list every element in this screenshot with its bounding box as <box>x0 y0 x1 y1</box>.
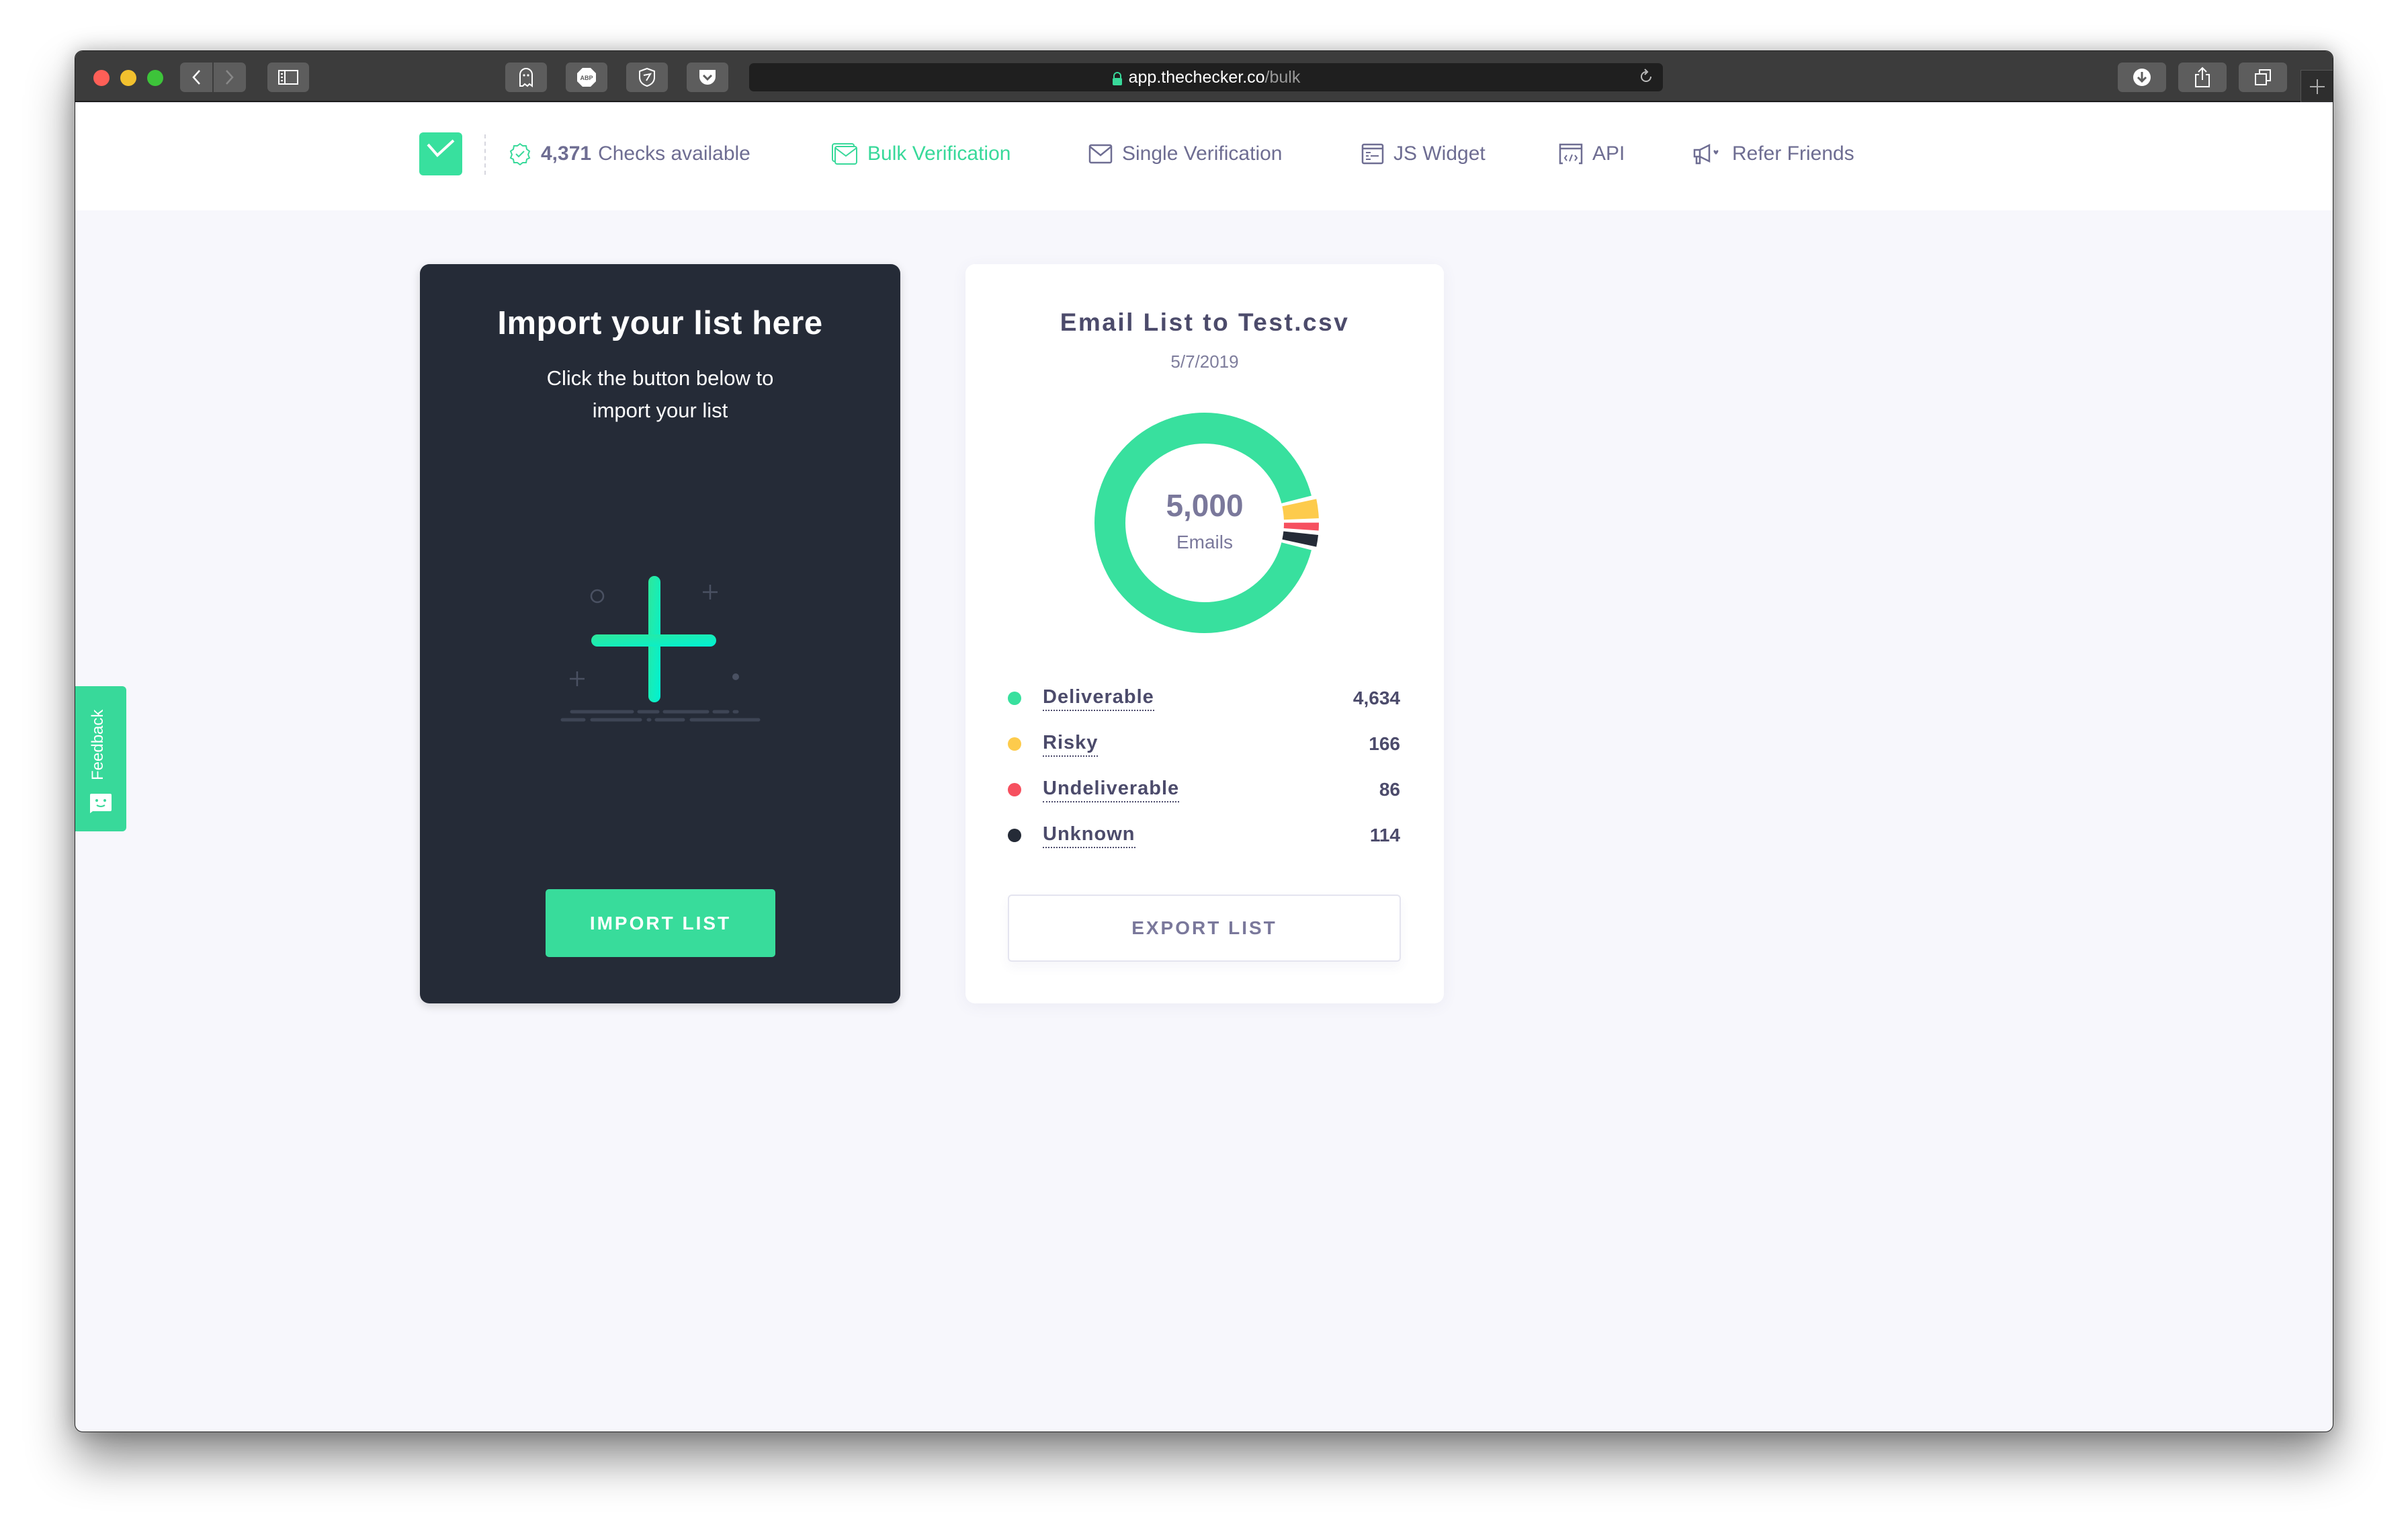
legend-label[interactable]: Unknown <box>1043 823 1135 848</box>
forward-button[interactable] <box>214 63 246 92</box>
privacy-badger-extension-button[interactable] <box>626 63 668 92</box>
mail-icon <box>1088 144 1113 164</box>
sidebar-icon <box>278 70 298 85</box>
nav-single-verification[interactable]: Single Verification <box>1088 137 1282 171</box>
results-card: Email List to Test.csv 5/7/2019 5,000 Em… <box>965 264 1444 1003</box>
adblock-extension-button[interactable]: ABP <box>566 63 607 92</box>
share-button[interactable] <box>2178 63 2227 92</box>
import-card: Import your list here Click the button b… <box>420 264 900 1003</box>
verified-badge-icon <box>509 142 531 165</box>
list-file-name: Email List to Test.csv <box>1060 308 1350 336</box>
legend-label[interactable]: Deliverable <box>1043 686 1154 711</box>
legend-label[interactable]: Undeliverable <box>1043 778 1180 802</box>
feedback-label: Feedback <box>89 709 107 780</box>
nav-refer-friends[interactable]: Refer Friends <box>1693 137 1854 171</box>
chat-smiley-icon <box>90 794 112 813</box>
adblock-plus-icon: ABP <box>577 68 596 87</box>
legend-item: Unknown 114 <box>1008 813 1400 858</box>
checks-label: Checks available <box>598 142 750 165</box>
legend-value: 86 <box>1379 779 1400 800</box>
privacy-badger-icon <box>639 67 655 87</box>
donut-chart: 5,000 Emails <box>1088 407 1321 639</box>
nav-label: Single Verification <box>1122 142 1283 165</box>
legend-value: 4,634 <box>1352 688 1400 708</box>
back-button[interactable] <box>180 63 212 92</box>
header-divider <box>484 134 486 175</box>
checkmark-logo-icon <box>427 139 455 157</box>
reload-button[interactable] <box>1639 69 1653 89</box>
pocket-extension-button[interactable] <box>687 63 728 92</box>
checks-count: 4,371 <box>541 142 592 165</box>
chart-legend: Deliverable 4,634 Risky 166 Undeliverable 86 U… <box>1008 675 1400 858</box>
legend-item: Risky 166 <box>1008 721 1400 767</box>
donut-center: 5,000 Emails <box>1088 407 1321 639</box>
svg-text:ABP: ABP <box>580 75 593 81</box>
app-logo[interactable] <box>419 132 462 175</box>
close-window-button[interactable] <box>93 70 110 86</box>
new-tab-button[interactable] <box>2300 70 2333 102</box>
tabs-icon <box>2255 69 2271 85</box>
sidebar-button[interactable] <box>267 63 309 92</box>
checks-available: 4,371 Checks available <box>509 137 750 171</box>
nav-label: API <box>1592 142 1625 165</box>
new-tab-icon <box>2309 79 2325 94</box>
browser-toolbar: ABP app.thechecker.co/bulk <box>75 51 2333 102</box>
import-card-title: Import your list here <box>497 305 823 341</box>
legend-color-dot <box>1008 783 1021 796</box>
nav-js-widget[interactable]: JS Widget <box>1361 137 1486 171</box>
ghostery-extension-button[interactable] <box>505 63 547 92</box>
nav-label: JS Widget <box>1393 142 1486 165</box>
url-host: app.thechecker.co <box>1128 67 1265 87</box>
mail-stack-icon <box>831 142 858 165</box>
widget-icon <box>1361 143 1384 165</box>
ghostery-icon <box>519 68 533 87</box>
nav-api[interactable]: API <box>1559 137 1625 171</box>
add-file-illustration-icon <box>560 576 761 722</box>
download-icon <box>2133 69 2151 86</box>
megaphone-icon <box>1693 143 1723 165</box>
legend-label[interactable]: Risky <box>1043 732 1099 757</box>
minimize-window-button[interactable] <box>120 70 136 86</box>
lock-icon <box>1112 71 1123 85</box>
tab-overview-button[interactable] <box>2239 63 2287 92</box>
legend-value: 114 <box>1369 825 1400 845</box>
share-icon <box>2195 67 2210 87</box>
nav-label: Refer Friends <box>1732 142 1854 165</box>
forward-icon <box>226 70 234 85</box>
list-date: 5/7/2019 <box>1170 351 1239 372</box>
legend-item: Undeliverable 86 <box>1008 767 1400 813</box>
address-bar[interactable]: app.thechecker.co/bulk <box>749 63 1663 91</box>
legend-color-dot <box>1008 692 1021 705</box>
donut-total: 5,000 <box>1166 488 1244 523</box>
feedback-tab[interactable]: Feedback <box>75 686 126 831</box>
legend-value: 166 <box>1369 733 1400 754</box>
zoom-window-button[interactable] <box>147 70 163 86</box>
import-card-description: Click the button below to import your li… <box>546 366 774 422</box>
back-icon <box>192 70 200 85</box>
pocket-icon <box>699 70 716 85</box>
donut-total-label: Emails <box>1176 532 1233 552</box>
import-list-button[interactable]: IMPORT LIST <box>546 889 775 957</box>
nav-bulk-verification[interactable]: Bulk Verification <box>831 137 1010 171</box>
nav-label: Bulk Verification <box>867 142 1011 165</box>
export-list-button[interactable]: EXPORT LIST <box>1008 895 1401 962</box>
legend-color-dot <box>1008 829 1021 842</box>
legend-color-dot <box>1008 737 1021 751</box>
url-path: /bulk <box>1264 67 1301 87</box>
downloads-button[interactable] <box>2118 63 2166 92</box>
reload-icon <box>1641 69 1651 82</box>
browser-window: ABP app.thechecker.co/bulk 4,371 Checks … <box>75 50 2333 1432</box>
code-window-icon <box>1559 143 1583 165</box>
legend-item: Deliverable 4,634 <box>1008 675 1400 721</box>
